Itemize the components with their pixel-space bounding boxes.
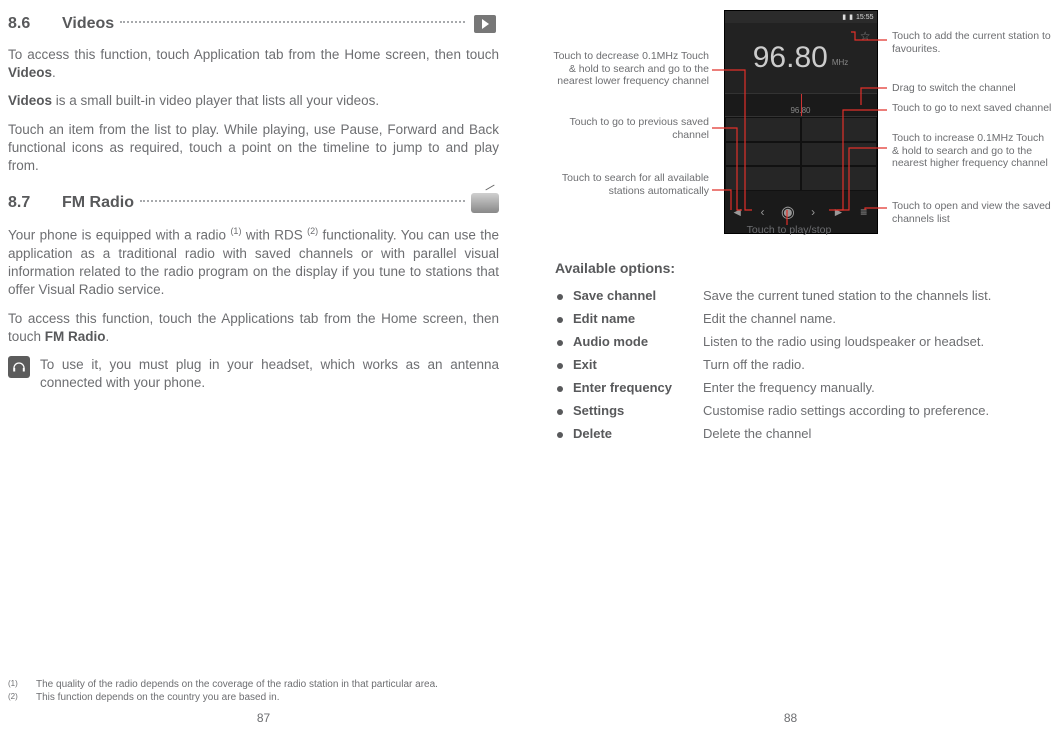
callout-favourite: Touch to add the current station to favo… [892,30,1052,55]
videos-icon [471,12,499,36]
note-text: To use it, you must plug in your headset… [40,356,499,392]
option-row: Enter frequencyEnter the frequency manua… [555,380,1046,395]
section-8-7-head: 8.7 FM Radio [8,191,499,215]
preset-slot[interactable] [801,166,877,191]
bullet-icon [557,340,563,346]
bullet-icon [557,409,563,415]
bullet-icon [557,363,563,369]
option-row: DeleteDelete the channel [555,426,1046,441]
favourite-star-icon[interactable]: ☆ [860,29,871,43]
frequency-unit: MHz [832,58,848,67]
channel-list-button[interactable]: ≡ [855,203,873,221]
paragraph: Your phone is equipped with a radio (1) … [8,225,499,299]
frequency-display: 96.80 MHz ☆ [725,23,877,93]
preset-slot[interactable] [725,142,801,167]
prev-channel-button[interactable]: ◄ [728,203,746,221]
section-number: 8.7 [8,194,38,212]
preset-grid [725,117,877,191]
page-number: 87 [0,711,527,725]
callout-prev-saved: Touch to go to previous saved channel [549,116,709,141]
available-options-heading: Available options: [555,260,1046,276]
dot-leader [120,21,465,23]
footnotes: (1)The quality of the radio depends on t… [8,679,499,705]
option-row: Save channelSave the current tuned stati… [555,288,1046,303]
options-list: Save channelSave the current tuned stati… [555,288,1046,441]
bullet-icon [557,432,563,438]
tune-up-button[interactable]: › [804,203,822,221]
headset-icon [8,356,30,378]
callout-decrease: Touch to decrease 0.1MHz Touch & hold to… [549,50,709,88]
callout-drag-channel: Drag to switch the channel [892,82,1052,95]
status-bar: ▮ ▮ 15:55 [725,11,877,23]
preset-slot[interactable] [725,166,801,191]
section-title: FM Radio [62,194,134,212]
page-number: 88 [527,711,1054,725]
note: To use it, you must plug in your headset… [8,356,499,392]
callout-next-saved: Touch to go to next saved channel [892,102,1052,115]
section-8-6-head: 8.6 Videos [8,12,499,36]
tune-down-button[interactable]: ‹ [753,203,771,221]
dot-leader [140,200,465,202]
option-row: SettingsCustomise radio settings accordi… [555,403,1046,418]
bullet-icon [557,317,563,323]
preset-slot[interactable] [801,142,877,167]
section-number: 8.6 [8,15,38,33]
paragraph: Videos is a small built-in video player … [8,92,499,110]
battery-icon: ▮ [849,13,853,21]
option-row: Edit nameEdit the channel name. [555,311,1046,326]
fm-radio-diagram: ▮ ▮ 15:55 96.80 MHz ☆ 96.80 ◄ ‹ ◉ [555,10,1046,240]
tuning-dial[interactable]: 96.80 [725,93,877,117]
radio-icon [471,191,499,215]
signal-icon: ▮ [842,13,846,21]
frequency-value: 96.80 [753,41,828,75]
paragraph: To access this function, touch Applicati… [8,46,499,82]
clock: 15:55 [856,14,874,21]
callout-increase: Touch to increase 0.1MHz Touch & hold to… [892,132,1052,170]
callout-play-stop: Touch to play/stop [729,224,849,237]
play-stop-button[interactable]: ◉ [779,203,797,221]
next-channel-button[interactable]: ► [829,203,847,221]
option-row: Audio modeListen to the radio using loud… [555,334,1046,349]
preset-slot[interactable] [801,117,877,142]
callout-channel-list: Touch to open and view the saved channel… [892,200,1052,225]
option-row: ExitTurn off the radio. [555,357,1046,372]
paragraph: Touch an item from the list to play. Whi… [8,121,499,176]
bullet-icon [557,294,563,300]
phone-mock: ▮ ▮ 15:55 96.80 MHz ☆ 96.80 ◄ ‹ ◉ [724,10,878,234]
section-title: Videos [62,15,114,33]
preset-slot[interactable] [725,117,801,142]
callout-search-all: Touch to search for all available statio… [549,172,709,197]
bullet-icon [557,386,563,392]
page-right: ▮ ▮ 15:55 96.80 MHz ☆ 96.80 ◄ ‹ ◉ [527,0,1054,731]
page-left: 8.6 Videos To access this function, touc… [0,0,527,731]
paragraph: To access this function, touch the Appli… [8,310,499,346]
